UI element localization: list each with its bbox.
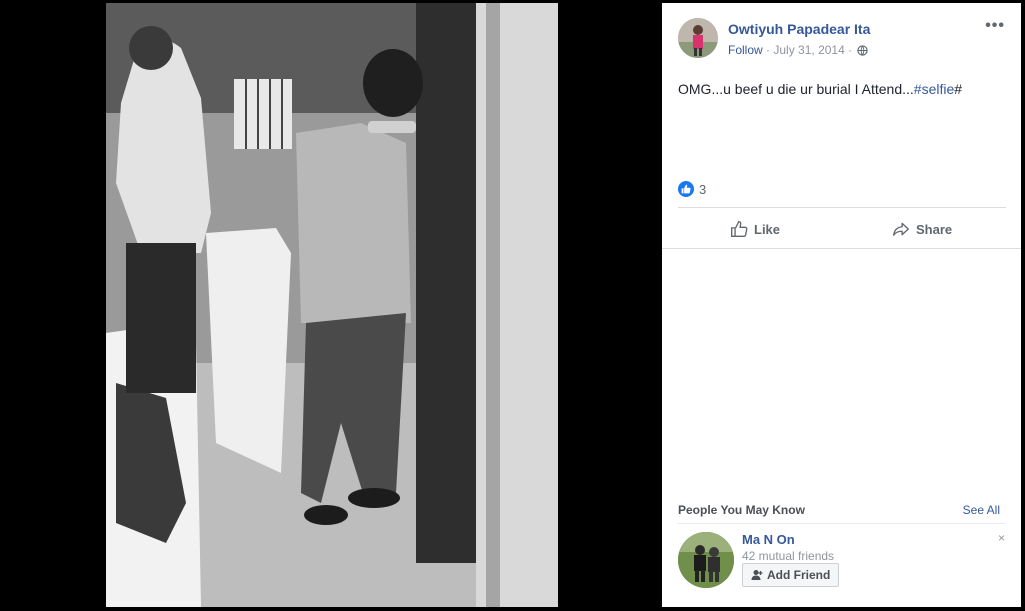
more-options-button[interactable]: ••• bbox=[985, 17, 1005, 35]
share-label: Share bbox=[916, 221, 953, 237]
post-text-body: OMG...u beef u die ur burial I Attend... bbox=[678, 81, 914, 97]
post-meta: Follow · July 31, 2014 · bbox=[728, 43, 869, 57]
dismiss-suggestion-button[interactable]: × bbox=[998, 531, 1005, 545]
see-all-link[interactable]: See All bbox=[963, 503, 1000, 517]
divider bbox=[678, 523, 1006, 524]
post-actions: Like Share bbox=[678, 215, 1006, 243]
add-friend-button[interactable]: Add Friend bbox=[742, 563, 840, 587]
like-button[interactable]: Like bbox=[730, 215, 780, 243]
reaction-count: 3 bbox=[699, 181, 707, 197]
author-name-link[interactable]: Owtiyuh Papadear Ita bbox=[728, 21, 870, 37]
avatar-image bbox=[678, 18, 718, 58]
reactions-summary[interactable]: 3 bbox=[678, 181, 706, 197]
globe-icon[interactable] bbox=[857, 45, 869, 56]
divider bbox=[662, 248, 1021, 249]
post-panel: Owtiyuh Papadear Ita Follow · July 31, 2… bbox=[662, 3, 1021, 607]
add-friend-label: Add Friend bbox=[767, 568, 831, 582]
meta-separator-2: · bbox=[848, 43, 853, 57]
photo-viewer bbox=[0, 0, 662, 611]
share-icon bbox=[893, 222, 909, 236]
post-text: OMG...u beef u die ur burial I Attend...… bbox=[678, 81, 962, 97]
thumbs-up-icon bbox=[731, 221, 748, 237]
pymk-title: People You May Know bbox=[678, 503, 805, 517]
mutual-friends-count[interactable]: 42 mutual friends bbox=[742, 549, 834, 563]
author-avatar[interactable] bbox=[678, 18, 718, 58]
share-button[interactable]: Share bbox=[892, 215, 952, 243]
divider bbox=[678, 207, 1006, 208]
meta-separator: · bbox=[766, 43, 771, 57]
suggested-friend-photo bbox=[678, 532, 734, 588]
post-photo[interactable] bbox=[106, 3, 558, 607]
post-text-suffix: # bbox=[954, 81, 963, 97]
like-reaction-icon bbox=[678, 181, 694, 197]
photo-image bbox=[106, 3, 558, 607]
suggested-friend-avatar[interactable] bbox=[678, 532, 734, 588]
post-date[interactable]: July 31, 2014 bbox=[773, 43, 844, 57]
like-label: Like bbox=[754, 221, 781, 237]
follow-link[interactable]: Follow bbox=[728, 43, 763, 57]
hashtag-link[interactable]: #selfie bbox=[914, 81, 954, 97]
add-friend-icon bbox=[751, 570, 763, 580]
suggested-friend-name[interactable]: Ma N On bbox=[742, 532, 795, 547]
